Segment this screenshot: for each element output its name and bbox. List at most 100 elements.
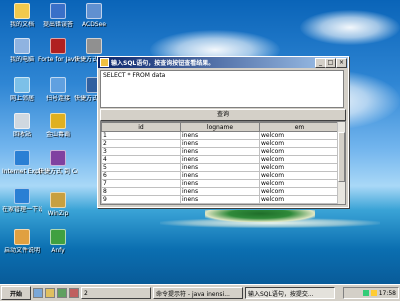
tray-network-icon[interactable] — [362, 290, 369, 296]
cell-em: welcom — [259, 187, 340, 196]
document-icon — [14, 229, 30, 245]
icon-label: 我的文档 — [9, 21, 34, 28]
icon-label: 扫号连接 — [45, 95, 70, 102]
sql-query-window[interactable]: 输入SQL语句，按查询按钮查看结果。 _ □ × SELECT * FROM d… — [97, 56, 349, 208]
close-button[interactable]: × — [336, 58, 347, 68]
island — [205, 210, 315, 222]
cell-em: welcom — [259, 179, 340, 188]
desktop-icon-report[interactable]: 提出错误答 — [38, 3, 78, 28]
cell-id: 4 — [101, 155, 181, 164]
java-app-icon — [100, 58, 109, 67]
taskbar-button-sql-window[interactable]: 输入SQL语句，按提交... — [245, 287, 335, 299]
icon-label: 在家管理一下设计 — [2, 206, 42, 213]
cell-id: 3 — [101, 147, 181, 156]
cell-id: 9 — [101, 195, 181, 204]
taskbar-button-cmd[interactable]: 命令提示符 - java inensi... — [153, 287, 243, 299]
table-row[interactable]: 2 inens welcom — [101, 139, 340, 148]
cell-logname: inens — [180, 147, 260, 156]
scrollbar-thumb[interactable] — [338, 132, 345, 182]
desktop-icon-antivirus[interactable]: 金山毒霸 — [38, 113, 78, 138]
icon-label: 快捷方式 到 CesarFTP.exe — [38, 168, 78, 175]
network-icon — [14, 77, 30, 93]
taskbar: 开始 2 命令提示符 - java inensi... 输入SQL语句，按提交.… — [0, 284, 400, 301]
start-button[interactable]: 开始 — [1, 286, 31, 300]
desktop-icon-cesarftp[interactable]: 快捷方式 到 CesarFTP.exe — [38, 150, 78, 175]
maximize-button[interactable]: □ — [325, 58, 336, 68]
cell-em: welcom — [259, 195, 340, 204]
computer-icon — [14, 38, 30, 54]
clock[interactable]: 17:58 — [379, 290, 396, 297]
window-titlebar[interactable]: 输入SQL语句，按查询按钮查看结果。 _ □ × — [98, 57, 348, 68]
cloud — [300, 10, 400, 45]
quicklaunch-ie-icon[interactable] — [33, 288, 43, 298]
column-header-em[interactable]: em — [259, 122, 340, 132]
cell-id: 5 — [101, 163, 181, 172]
desktop-icon-anfy[interactable]: Anfy — [38, 229, 78, 254]
table-row[interactable]: 5 inens welcom — [101, 163, 340, 172]
sql-input[interactable]: SELECT * FROM data — [100, 70, 344, 108]
table-row[interactable]: 7 inens welcom — [101, 179, 340, 188]
table-row[interactable]: 8 inens welcom — [101, 187, 340, 196]
cell-em: welcom — [259, 147, 340, 156]
quicklaunch-app-icon[interactable] — [69, 288, 79, 298]
desktop-icon-network[interactable]: 网上邻居 — [2, 77, 42, 102]
cell-logname: inens — [180, 155, 260, 164]
window-title: 输入SQL语句，按查询按钮查看结果。 — [111, 60, 215, 67]
java-icon — [50, 38, 66, 54]
cell-em: welcom — [259, 155, 340, 164]
winzip-icon — [50, 192, 66, 208]
ftp-icon — [50, 150, 66, 166]
cell-em: welcom — [259, 139, 340, 148]
icon-label: 回收站 — [12, 131, 31, 138]
results-table[interactable]: id logname em 1 inens welcom 2 inens welcom … — [100, 121, 346, 205]
cell-id: 6 — [101, 171, 181, 180]
cell-id: 2 — [101, 139, 181, 148]
cell-em: welcom — [259, 163, 340, 172]
desktop-icon-forte-java[interactable]: Forte for Java CE — [38, 38, 78, 63]
table-row[interactable]: 9 inens welcom — [101, 195, 340, 204]
shortcut-icon — [86, 38, 102, 54]
icon-label: Anfy — [51, 247, 65, 254]
desktop-icon-internet-explorer[interactable]: Internet Explorer — [2, 150, 42, 175]
cell-logname: inens — [180, 179, 260, 188]
query-button[interactable]: 查询 — [100, 109, 346, 121]
tray-volume-icon[interactable] — [370, 290, 377, 296]
header-row: id logname em — [101, 122, 340, 132]
recycle-bin-icon — [14, 113, 30, 129]
desktop-icon-acdsee[interactable]: ACDSee — [74, 3, 114, 28]
icon-label: Forte for Java CE — [38, 56, 78, 63]
table-row[interactable]: 1 inens welcom — [101, 131, 340, 140]
icon-label: 我的电脑 — [9, 56, 34, 63]
table-row[interactable]: 6 inens welcom — [101, 171, 340, 180]
dialup-icon — [50, 77, 66, 93]
ie-icon — [14, 150, 30, 166]
column-header-id[interactable]: id — [101, 122, 181, 132]
icon-label: 提出错误答 — [42, 21, 73, 28]
taskbar-button-folder[interactable]: 2 — [81, 287, 151, 299]
icon-label: 启动文件说明 — [3, 247, 40, 254]
desktop-icon-winzip[interactable]: WinZip — [38, 192, 78, 217]
quicklaunch-folder-icon[interactable] — [45, 288, 55, 298]
cell-id: 7 — [101, 179, 181, 188]
cell-em: welcom — [259, 131, 340, 140]
quicklaunch-desktop-icon[interactable] — [57, 288, 67, 298]
desktop-icon-my-documents[interactable]: 我的文档 — [2, 3, 42, 28]
table-row[interactable]: 3 inens welcom — [101, 147, 340, 156]
cell-id: 1 — [101, 131, 181, 140]
desktop-icon-recycle-bin[interactable]: 回收站 — [2, 113, 42, 138]
desktop-icon-design[interactable]: 在家管理一下设计 — [2, 188, 42, 213]
ie-icon — [14, 188, 30, 204]
icon-label: 金山毒霸 — [45, 131, 70, 138]
desktop-icon-dialup[interactable]: 扫号连接 — [38, 77, 78, 102]
table-row[interactable]: 4 inens welcom — [101, 155, 340, 164]
folder-icon — [14, 3, 30, 19]
cell-em: welcom — [259, 171, 340, 180]
vertical-scrollbar[interactable] — [337, 122, 345, 204]
column-header-logname[interactable]: logname — [180, 122, 260, 132]
cell-logname: inens — [180, 131, 260, 140]
cell-logname: inens — [180, 187, 260, 196]
results-grid: id logname em 1 inens welcom 2 inens welcom … — [101, 122, 340, 204]
desktop-icon-my-computer[interactable]: 我的电脑 — [2, 38, 42, 63]
desktop-icon-readme[interactable]: 启动文件说明 — [2, 229, 42, 254]
icon-label: WinZip — [47, 210, 69, 217]
